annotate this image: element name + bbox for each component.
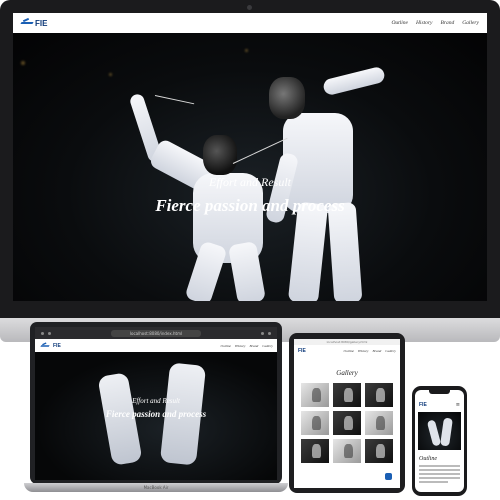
gallery-grid	[301, 383, 393, 463]
nav-item-brand[interactable]: Brand	[440, 20, 454, 26]
gallery-thumbnail[interactable]	[301, 411, 329, 435]
fencer-logo-icon	[21, 19, 33, 27]
gallery-thumbnail[interactable]	[333, 383, 361, 407]
background-light	[245, 49, 248, 52]
nav-item-outline[interactable]: Outline	[221, 344, 232, 348]
webcam	[247, 5, 252, 10]
share-icon[interactable]	[261, 331, 264, 335]
desktop-monitor: FIE Outline History Brand Gallery Effort…	[0, 0, 500, 318]
gallery-thumbnail[interactable]	[365, 439, 393, 463]
nav-item-brand[interactable]: Brand	[373, 349, 382, 353]
device-mockup-scene: FIE Outline History Brand Gallery Effort…	[0, 0, 500, 500]
nav-item-gallery[interactable]: Gallery	[262, 344, 273, 348]
forward-icon[interactable]	[48, 331, 51, 335]
phone-screen: FIE ≡ Outline	[415, 390, 464, 492]
main-nav: Outline History Brand Gallery	[221, 344, 273, 348]
hero-image	[418, 412, 461, 450]
tablet-screen: localhost:8080/gallery.html FIE Outline …	[294, 339, 400, 488]
nav-item-history[interactable]: History	[358, 349, 369, 353]
logo-text: FIE	[298, 347, 306, 354]
fencer-logo-icon	[41, 343, 49, 349]
site-logo[interactable]: FIE	[298, 348, 306, 354]
hero-subtitle: Effort and Result	[132, 397, 180, 405]
nav-item-outline[interactable]: Outline	[391, 20, 408, 26]
nav-item-outline[interactable]: Outline	[344, 349, 355, 353]
section-title: Outline	[419, 456, 437, 462]
gallery-thumbnail[interactable]	[365, 411, 393, 435]
hero-subtitle: Effort and Result	[209, 175, 291, 189]
hero-section: Effort and Result Fierce passion and pro…	[13, 33, 487, 301]
tabs-icon[interactable]	[268, 331, 271, 335]
site-header: FIE Outline History Brand Gallery	[35, 339, 277, 352]
nav-item-history[interactable]: History	[235, 344, 246, 348]
tablet-device: localhost:8080/gallery.html FIE Outline …	[289, 333, 405, 493]
background-light	[21, 61, 25, 65]
nav-item-history[interactable]: History	[416, 20, 433, 26]
gallery-thumbnail[interactable]	[333, 439, 361, 463]
gallery-thumbnail[interactable]	[333, 411, 361, 435]
nav-item-gallery[interactable]: Gallery	[462, 20, 479, 26]
gallery-title: Gallery	[336, 369, 358, 377]
hero-title: Fierce passion and process	[105, 409, 207, 419]
gallery-thumbnail[interactable]	[365, 383, 393, 407]
nav-item-gallery[interactable]: Gallery	[385, 349, 396, 353]
menu-icon[interactable]: ≡	[456, 402, 460, 408]
hero-title: Fierce passion and process	[155, 196, 345, 215]
laptop-device: localhost:8080/index.html FIE Outline Hi…	[24, 322, 288, 492]
gallery-thumbnail[interactable]	[301, 383, 329, 407]
main-nav: Outline History Brand Gallery	[344, 349, 396, 353]
back-icon[interactable]	[41, 331, 44, 335]
main-nav: Outline History Brand Gallery	[391, 20, 479, 26]
site-header: FIE Outline History Brand Gallery	[294, 345, 400, 356]
laptop-screen: localhost:8080/index.html FIE Outline Hi…	[35, 327, 277, 480]
address-bar[interactable]: localhost:8080/index.html	[111, 329, 201, 337]
desktop-screen: FIE Outline History Brand Gallery Effort…	[13, 13, 487, 301]
scroll-top-button[interactable]	[385, 473, 392, 480]
fencer-left-figure	[97, 372, 143, 466]
section-body-text	[419, 465, 460, 485]
site-header: FIE Outline History Brand Gallery	[13, 13, 487, 33]
site-logo[interactable]: FIE	[419, 402, 427, 408]
hero-section: Effort and Result Fierce passion and pro…	[35, 352, 277, 480]
laptop-lid: localhost:8080/index.html FIE Outline Hi…	[30, 322, 282, 484]
gallery-thumbnail[interactable]	[301, 439, 329, 463]
browser-toolbar: localhost:8080/index.html	[35, 327, 277, 339]
laptop-brand-label: MacBook Air	[143, 485, 169, 490]
site-header: FIE ≡	[415, 400, 464, 410]
logo-text: FIE	[53, 342, 61, 349]
logo-text: FIE	[419, 402, 427, 408]
phone-notch	[429, 390, 450, 394]
site-logo[interactable]: FIE	[39, 342, 61, 350]
background-light	[109, 73, 112, 76]
phone-device: FIE ≡ Outline	[412, 386, 467, 496]
site-logo[interactable]: FIE	[21, 19, 47, 28]
logo-text: FIE	[35, 18, 48, 28]
nav-item-brand[interactable]: Brand	[250, 344, 259, 348]
